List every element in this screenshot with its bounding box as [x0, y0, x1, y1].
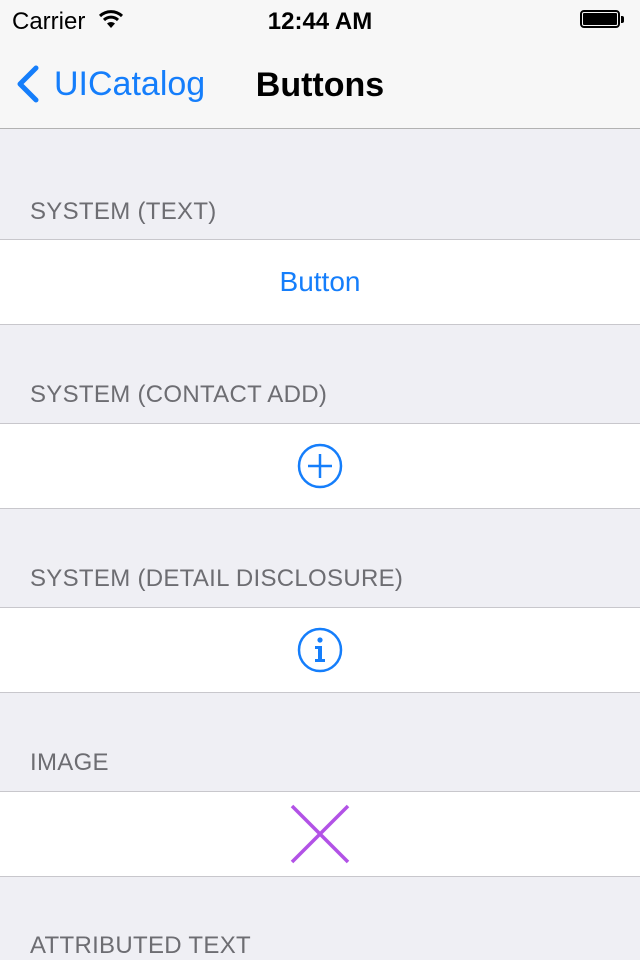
section-header-image: IMAGE [30, 749, 109, 776]
section-header-system-text: SYSTEM (TEXT) [30, 198, 217, 225]
section-header-detail-disclosure: SYSTEM (DETAIL DISCLOSURE) [30, 565, 404, 592]
cell-contact-add [0, 423, 640, 509]
battery-icon [580, 10, 626, 30]
info-icon[interactable] [296, 626, 344, 674]
cell-system-text: Button [0, 239, 640, 325]
clock: 12:44 AM [267, 8, 373, 35]
section-header-attributed-text: ATTRIBUTED TEXT [30, 932, 251, 959]
status-bar: Carrier 12:44 AM [0, 0, 640, 40]
cell-image [0, 791, 640, 877]
cell-detail-disclosure [0, 607, 640, 693]
contact-add-icon[interactable] [296, 442, 344, 490]
system-text-button[interactable]: Button [280, 266, 361, 298]
page-title: Buttons [255, 66, 385, 104]
x-image-icon[interactable] [290, 804, 350, 864]
section-header-contact-add: SYSTEM (CONTACT ADD) [30, 381, 328, 408]
navigation-bar: UICatalog Buttons [0, 40, 640, 129]
